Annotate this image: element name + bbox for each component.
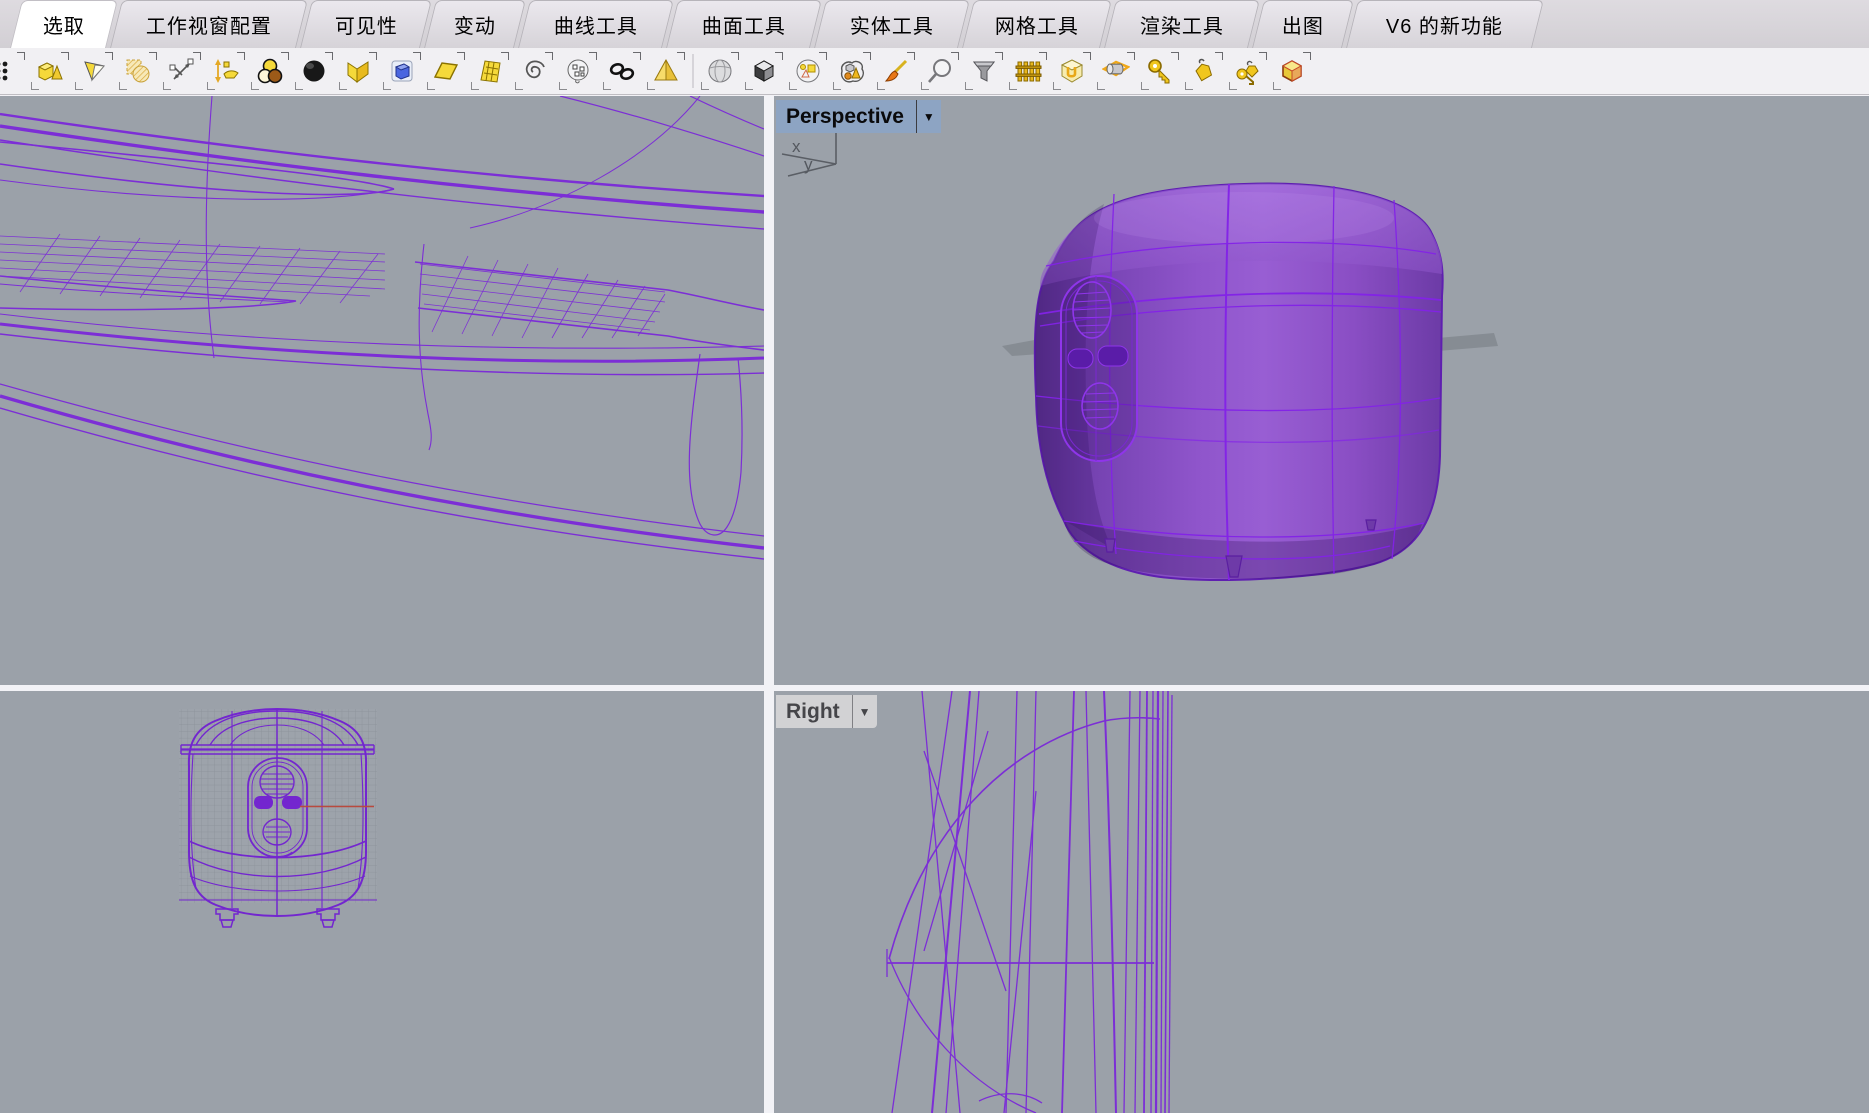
tab-label: V6 的新功能 [1386,10,1503,39]
viewport-top-left[interactable] [0,96,764,685]
select-curve-spiral-icon[interactable] [514,51,554,91]
viewport-title-text: Perspective [776,105,916,129]
key-and-tag-icon[interactable] [1228,51,1268,91]
viewport-right[interactable]: Right ▼ [774,691,1869,1113]
chevron-down-icon[interactable]: ▼ [852,695,877,728]
viewport-workspace: Perspective ▼ z x y [0,96,1869,1113]
select-point-cloud-icon[interactable] [558,51,598,91]
tab-label: 网格工具 [995,10,1079,39]
main-toolbar [0,48,1869,95]
nudge-arrows-icon[interactable] [162,51,202,91]
magnifier-icon[interactable] [920,51,960,91]
selection-filter-funnel-icon[interactable] [964,51,1004,91]
tab-label: 渲染工具 [1140,10,1224,39]
select-black-sphere-icon[interactable] [294,51,334,91]
tab-label: 工作视窗配置 [146,10,272,39]
gray-cube-icon[interactable] [744,51,784,91]
select-cone-lasso-icon[interactable] [74,51,114,91]
tab-v6-new-features[interactable]: V6 的新功能 [1346,0,1544,48]
viewport-bottom-left[interactable] [0,691,764,1113]
tab-transform[interactable]: 变动 [424,0,526,48]
select-group-icon[interactable] [832,51,872,91]
select-chain-icon[interactable] [602,51,642,91]
select-blue-solid-icon[interactable] [382,51,422,91]
select-hatched-shapes-icon[interactable] [118,51,158,91]
select-color-balls-icon[interactable] [250,51,290,91]
tab-drafting[interactable]: 出图 [1252,0,1354,48]
drag-scale-hand-icon[interactable] [206,51,246,91]
tag-hook-icon[interactable] [1184,51,1224,91]
tab-label: 实体工具 [850,10,934,39]
clipping-box-cylinder-icon[interactable] [1096,51,1136,91]
tab-surface-tools[interactable]: 曲面工具 [666,0,822,48]
viewport-title-text: Right [776,700,852,724]
select-points-dots-icon[interactable] [0,51,26,91]
model-control-panel [1061,276,1137,461]
tab-curve-tools[interactable]: 曲线工具 [518,0,674,48]
select-open-polysurface-icon[interactable] [338,51,378,91]
fence-filter-icon[interactable] [1008,51,1048,91]
key-lock-icon[interactable] [1140,51,1180,91]
front-wireframe-model [0,691,764,1113]
gray-sphere-icon[interactable] [700,51,740,91]
toolbar-separator [692,54,694,88]
tab-label: 曲面工具 [702,10,786,39]
tab-viewport-config[interactable]: 工作视窗配置 [110,0,308,48]
chevron-down-icon[interactable]: ▼ [916,100,941,133]
paintbrush-icon[interactable] [876,51,916,91]
viewport-perspective[interactable]: Perspective ▼ z x y [774,96,1869,685]
red-yellow-cube-icon[interactable] [1272,51,1312,91]
clipping-plane-right [1438,333,1498,351]
tab-solid-tools[interactable]: 实体工具 [814,0,970,48]
tab-render-tools[interactable]: 渲染工具 [1104,0,1260,48]
viewport-title-perspective[interactable]: Perspective ▼ [776,100,941,133]
tab-visibility[interactable]: 可见性 [300,0,432,48]
tab-label: 选取 [43,10,85,39]
tab-label: 曲线工具 [554,10,638,39]
axis-x-label: x [792,137,801,156]
axis-y-label: y [804,155,813,174]
cube-u-icon[interactable] [1052,51,1092,91]
select-box-cone-icon[interactable] [30,51,70,91]
wireframe-curves-right [774,691,1869,1113]
perspective-3d-model [774,96,1869,685]
select-polygon-mesh-icon[interactable] [470,51,510,91]
tab-label: 可见性 [334,10,397,39]
tab-select[interactable]: 选取 [10,0,118,48]
select-annotations-icon[interactable] [788,51,828,91]
select-extrusion-icon[interactable] [646,51,686,91]
tab-label: 出图 [1282,10,1324,39]
tab-mesh-tools[interactable]: 网格工具 [962,0,1112,48]
viewport-title-right[interactable]: Right ▼ [776,695,877,728]
wireframe-curves-top-left [0,96,764,685]
select-surface-icon[interactable] [426,51,466,91]
tab-label: 变动 [454,10,496,39]
toolbar-tab-bar: 选取 工作视窗配置 可见性 变动 曲线工具 曲面工具 实体工具 网格工具 渲染工… [0,0,1869,48]
